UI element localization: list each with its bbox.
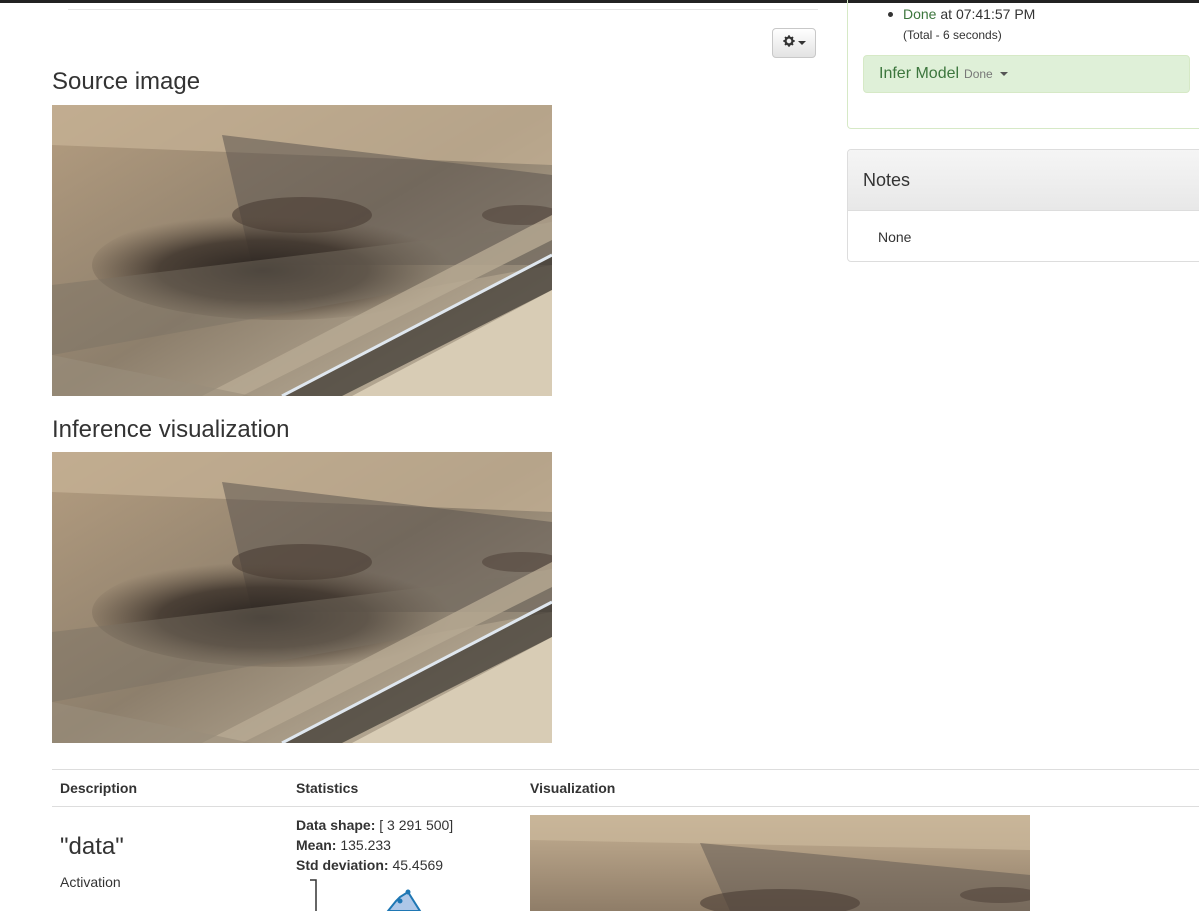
layer-kind: Activation: [60, 874, 121, 890]
std-value: 45.4569: [392, 857, 444, 873]
task-state: Done: [964, 67, 993, 81]
inference-visualization-title: Inference visualization: [52, 416, 290, 443]
settings-dropdown-button[interactable]: [772, 28, 816, 58]
data-shape-label: Data shape:: [296, 817, 376, 833]
std-label: Std deviation:: [296, 857, 389, 873]
mean: Mean: 135.233: [296, 837, 391, 853]
source-image-title: Source image: [52, 68, 201, 95]
layer-name: "data": [60, 833, 124, 860]
source-image: [52, 105, 552, 396]
column-header-statistics: Statistics: [296, 780, 359, 796]
table-top-border: [52, 769, 1199, 770]
data-shape-value: [ 3 291 500]: [379, 817, 454, 833]
gear-icon: [782, 34, 795, 52]
caret-down-icon: [797, 41, 806, 45]
mean-value: 135.233: [340, 837, 391, 853]
status-time: 07:41:57 PM: [955, 6, 1036, 22]
histogram-area: [385, 890, 422, 912]
status-state: Done: [903, 6, 937, 22]
column-header-visualization: Visualization: [530, 780, 616, 796]
divider: [68, 9, 818, 10]
notes-title: Notes: [848, 150, 1199, 211]
column-header-description: Description: [60, 780, 138, 796]
task-label: Infer Model: [879, 65, 960, 82]
histogram-axis: [310, 879, 317, 911]
infer-model-dropdown[interactable]: Infer Model Done: [863, 55, 1190, 93]
notes-panel: Notes None: [847, 149, 1199, 262]
notes-body: None: [878, 229, 912, 245]
histogram-point: [397, 898, 403, 904]
histogram-point: [405, 889, 411, 895]
caret-down-icon: [999, 72, 1008, 76]
bullet-icon: [888, 12, 893, 17]
activation-visualization: [530, 815, 1030, 911]
histogram-chart: [296, 877, 436, 912]
mean-label: Mean:: [296, 837, 337, 853]
status-time-prefix: at: [940, 6, 953, 22]
status-total: (Total - 6 seconds): [903, 28, 1002, 42]
std-deviation: Std deviation: 45.4569: [296, 857, 443, 873]
table-header-border: [52, 806, 1199, 807]
data-shape: Data shape: [ 3 291 500]: [296, 817, 453, 833]
inference-visualization-image: [52, 452, 552, 743]
status-line: Done at 07:41:57 PM: [903, 6, 1035, 22]
